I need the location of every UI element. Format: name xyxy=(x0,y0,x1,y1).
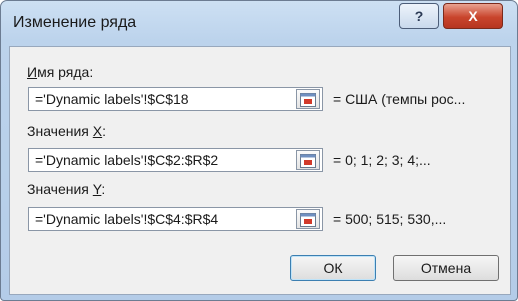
series-name-input[interactable] xyxy=(29,88,293,110)
close-button[interactable]: X xyxy=(443,3,503,29)
cancel-button[interactable]: Отмена xyxy=(393,255,499,281)
y-values-input[interactable] xyxy=(29,208,293,230)
x-values-field xyxy=(28,148,323,172)
dialog-body: Имя ряда: = США (темпы рос... Значения X… xyxy=(9,46,511,295)
collapse-dialog-icon xyxy=(300,93,316,107)
window-title: Изменение ряда xyxy=(13,14,137,31)
ok-button[interactable]: ОК xyxy=(290,255,376,281)
y-values-field xyxy=(28,207,323,231)
title-bar: Изменение ряда ? X xyxy=(1,1,517,43)
y-values-label: Значения Y: xyxy=(27,181,106,197)
dialog-window: Изменение ряда ? X Имя ряда: = США (темп… xyxy=(0,0,518,301)
x-values-label: Значения X: xyxy=(27,123,107,139)
help-icon: ? xyxy=(414,8,424,24)
series-name-preview: = США (темпы рос... xyxy=(333,91,466,107)
y-values-preview: = 500; 515; 530,... xyxy=(333,211,447,227)
collapse-dialog-icon xyxy=(300,213,316,227)
x-values-input[interactable] xyxy=(29,149,293,171)
y-values-collapse-button[interactable] xyxy=(296,209,320,229)
close-icon: X xyxy=(468,8,478,24)
series-name-collapse-button[interactable] xyxy=(296,89,320,109)
series-name-field xyxy=(28,87,323,111)
x-values-collapse-button[interactable] xyxy=(296,150,320,170)
series-name-label: Имя ряда: xyxy=(27,64,94,80)
collapse-dialog-icon xyxy=(300,154,316,168)
x-values-preview: = 0; 1; 2; 3; 4;... xyxy=(333,152,431,168)
help-button[interactable]: ? xyxy=(399,3,439,29)
